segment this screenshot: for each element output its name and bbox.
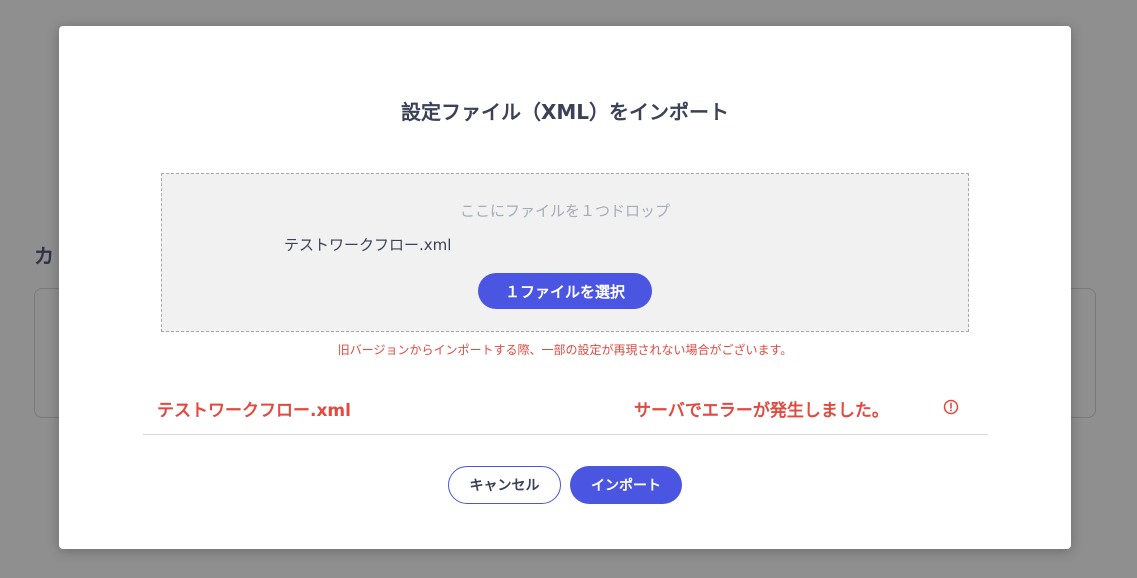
cancel-button[interactable]: キャンセル (448, 466, 561, 504)
select-file-button[interactable]: １ファイルを選択 (478, 273, 652, 309)
import-button[interactable]: インポート (570, 466, 682, 504)
selected-file-name: テストワークフロー.xml (284, 236, 452, 254)
version-warning: 旧バージョンからインポートする際、一部の設定が再現されない場合がございます。 (337, 343, 793, 357)
result-filename: テストワークフロー.xml (157, 401, 351, 421)
import-modal: 設定ファイル（XML）をインポート ここにファイルを１つドロップ テストワークフ… (59, 26, 1071, 549)
modal-title: 設定ファイル（XML）をインポート (400, 100, 730, 124)
alert-circle-icon (943, 399, 959, 415)
background-heading: カ (34, 244, 54, 268)
drop-hint: ここにファイルを１つドロップ (459, 202, 670, 220)
import-result-row: テストワークフロー.xml サーバでエラーが発生しました。 (143, 384, 988, 435)
file-dropzone[interactable]: ここにファイルを１つドロップ テストワークフロー.xml １ファイルを選択 (161, 173, 969, 332)
result-error-message: サーバでエラーが発生しました。 (634, 401, 889, 421)
